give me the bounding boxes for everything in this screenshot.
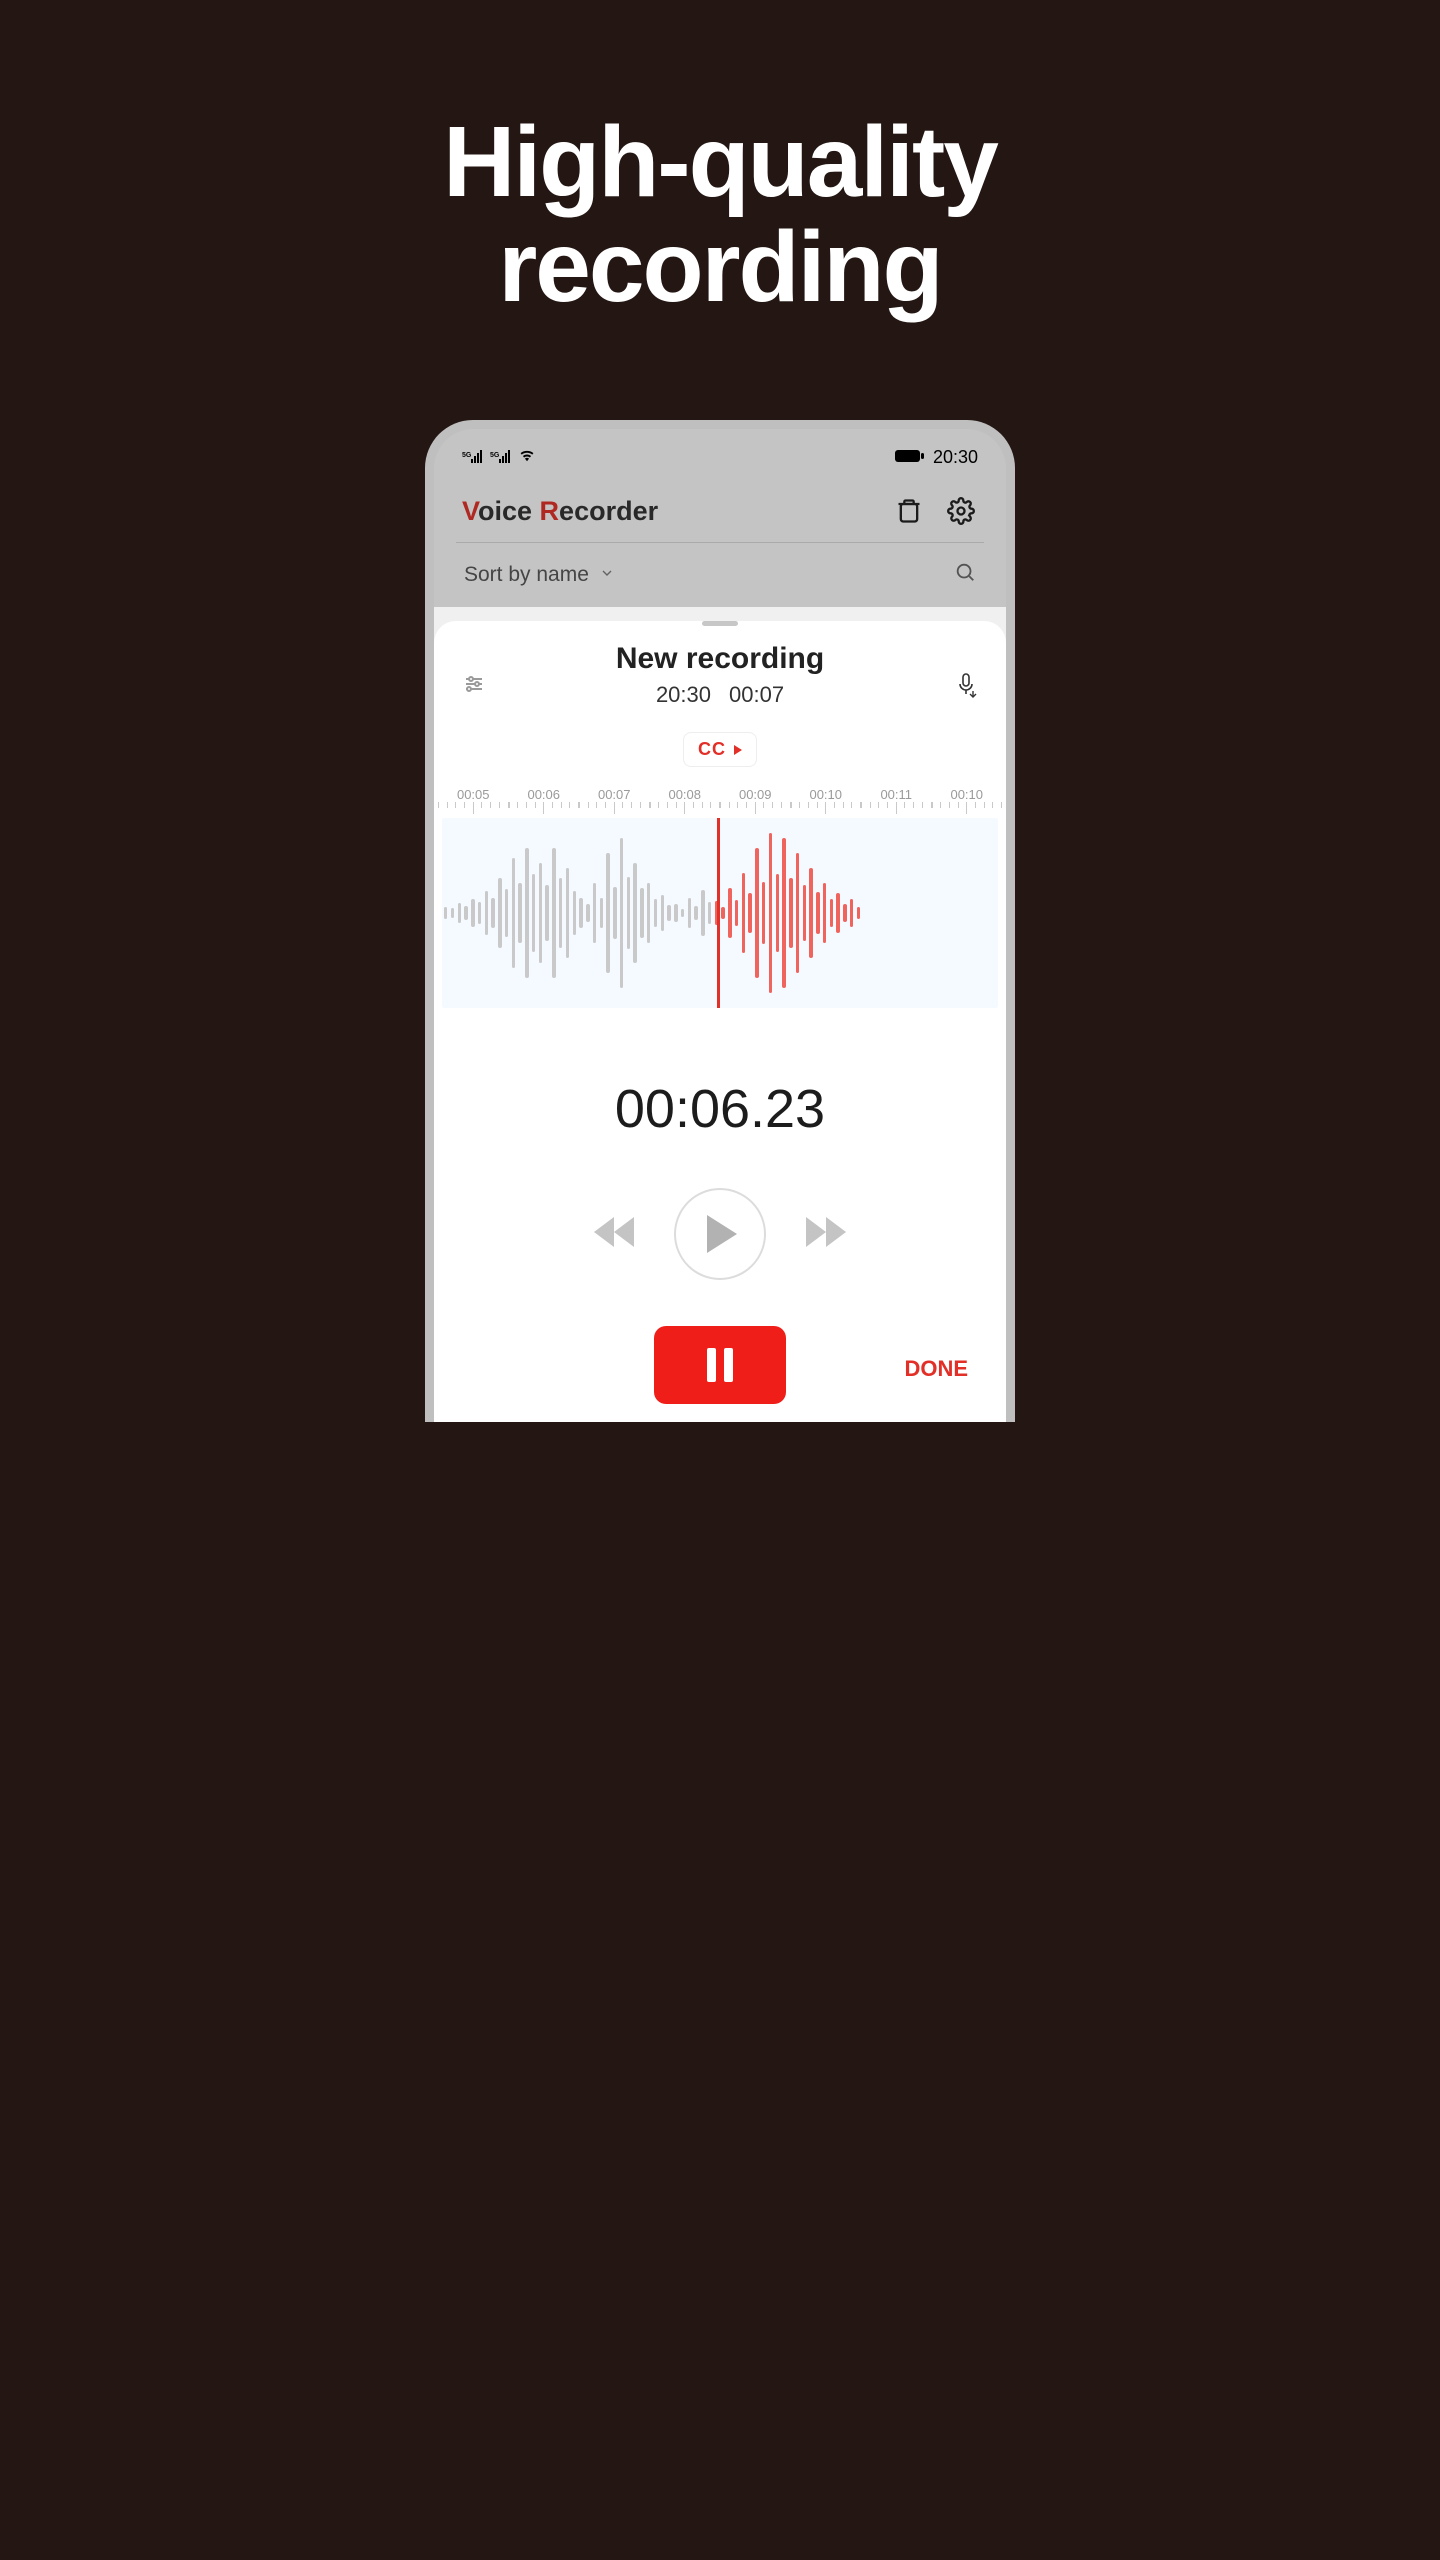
elapsed-timer: 00:06.23 (434, 1078, 1006, 1140)
time-label: 00:10 (932, 787, 1003, 802)
wifi-icon (518, 447, 536, 468)
time-label: 00:05 (438, 787, 509, 802)
play-button[interactable] (674, 1188, 766, 1280)
recording-title: New recording (434, 642, 1006, 676)
phone-frame: 5G 5G 20:30 Vo (425, 420, 1015, 1422)
phone-screen: 5G 5G 20:30 Vo (434, 429, 1006, 1422)
sheet-grabber[interactable] (702, 621, 738, 626)
recording-subtitle: 20:30 00:07 (434, 682, 1006, 708)
transport-controls (434, 1188, 1006, 1280)
filter-button[interactable] (462, 672, 486, 701)
app-bar: Voice Recorder (434, 474, 1006, 542)
promo-headline: High-qualityrecording (443, 110, 997, 320)
time-label: 00:11 (861, 787, 932, 802)
battery-icon (895, 447, 925, 468)
trash-button[interactable] (892, 494, 926, 528)
status-time: 20:30 (933, 447, 978, 468)
time-label: 00:08 (650, 787, 721, 802)
settings-button[interactable] (944, 494, 978, 528)
signal-5g-icon: 5G (462, 447, 484, 468)
background-app-dimmed: 5G 5G 20:30 Vo (434, 429, 1006, 607)
signal-5g-icon: 5G (490, 447, 512, 468)
cc-button[interactable]: CC (683, 732, 757, 767)
sort-dropdown[interactable]: Sort by name (464, 563, 615, 587)
time-labels: 00:0500:0600:0700:0800:0900:1000:1100:10 (434, 787, 1006, 802)
app-title: Voice Recorder (462, 496, 874, 527)
svg-text:5G: 5G (462, 452, 472, 459)
rewind-button[interactable] (594, 1217, 634, 1252)
pause-record-button[interactable] (654, 1326, 786, 1404)
time-label: 00:06 (509, 787, 580, 802)
time-label: 00:10 (791, 787, 862, 802)
waveform-timeline[interactable]: 00:0500:0600:0700:0800:0900:1000:1100:10 (434, 787, 1006, 1008)
sort-label: Sort by name (464, 563, 589, 587)
status-bar: 5G 5G 20:30 (434, 429, 1006, 474)
waveform (442, 818, 998, 1008)
time-label: 00:09 (720, 787, 791, 802)
recording-duration: 00:07 (729, 682, 784, 708)
recording-start-time: 20:30 (656, 682, 711, 708)
time-label: 00:07 (579, 787, 650, 802)
svg-text:5G: 5G (490, 452, 500, 459)
forward-button[interactable] (806, 1217, 846, 1252)
playhead[interactable] (717, 818, 720, 1008)
chevron-down-icon (599, 563, 615, 587)
cc-label: CC (698, 739, 726, 760)
mic-source-button[interactable] (954, 672, 978, 705)
recording-sheet: New recording 20:30 00:07 CC 00:0500:060… (434, 621, 1006, 1422)
time-ticks (434, 802, 1006, 818)
done-button[interactable]: DONE (904, 1356, 968, 1382)
search-button[interactable] (954, 561, 976, 589)
caret-right-icon (734, 739, 742, 760)
